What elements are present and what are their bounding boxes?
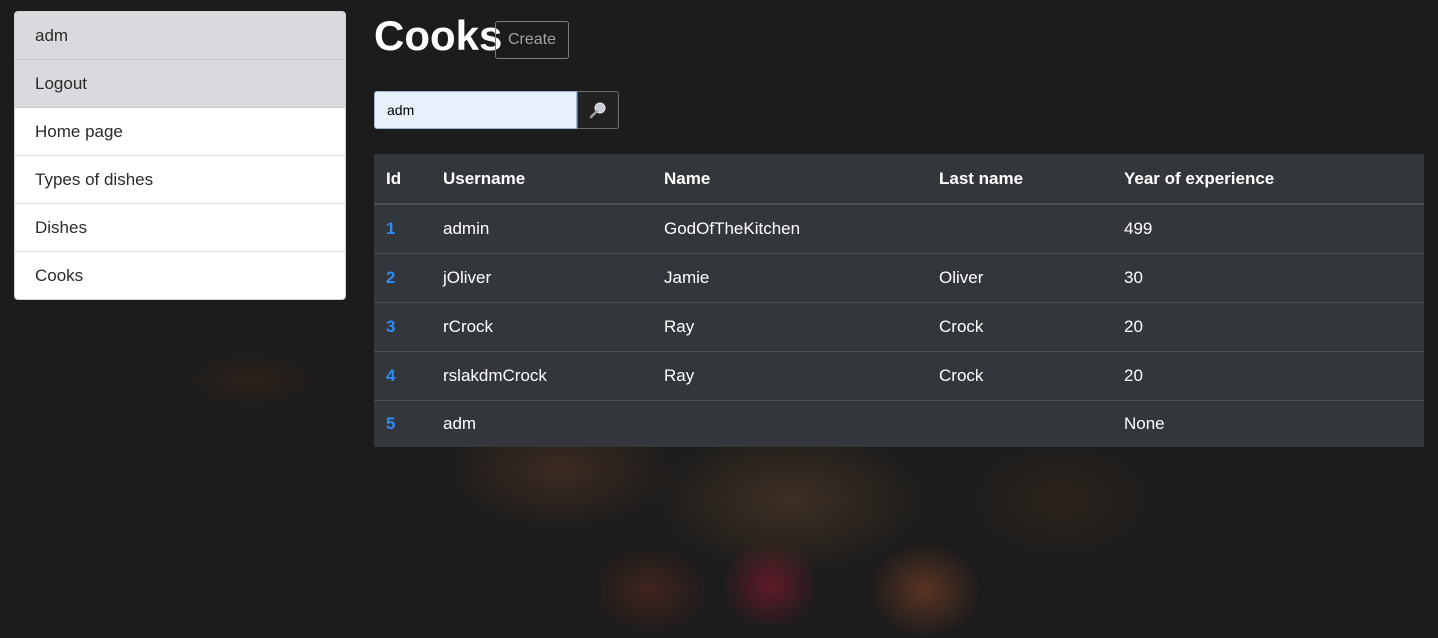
cell-last-name: Oliver xyxy=(927,253,1112,303)
table-header-row: Id Username Name Last name Year of exper… xyxy=(374,154,1424,205)
cell-year-of-experience: None xyxy=(1124,413,1165,433)
table-row: 3 rCrock Ray Crock 20 xyxy=(374,302,1424,352)
cell-username: jOliver xyxy=(431,253,652,303)
cook-id-link[interactable]: 2 xyxy=(374,253,431,303)
cell-username: rCrock xyxy=(431,302,652,352)
menu-item-username[interactable]: adm xyxy=(15,12,345,60)
cell-name: GodOfTheKitchen xyxy=(652,204,927,254)
column-header-username[interactable]: Username xyxy=(431,154,652,205)
table-row: 2 jOliver Jamie Oliver 30 xyxy=(374,253,1424,303)
cell-year-of-experience: 20 xyxy=(1112,302,1424,352)
table-row: 4 rslakdmCrock Ray Crock 20 xyxy=(374,351,1424,401)
page-title: Cooks xyxy=(374,12,503,59)
cook-id-link[interactable]: 4 xyxy=(374,351,431,401)
cooks-table: Id Username Name Last name Year of exper… xyxy=(374,154,1424,447)
cell-year-of-experience: 30 xyxy=(1112,253,1424,303)
search-input[interactable] xyxy=(374,91,577,129)
table-row: 5 adm None xyxy=(374,400,1424,447)
cell-year-of-experience: 499 xyxy=(1112,204,1424,254)
cook-id-link[interactable]: 5 xyxy=(374,400,431,447)
cell-name: Ray xyxy=(652,302,927,352)
column-header-name[interactable]: Name xyxy=(652,154,927,205)
cell-last-name: Crock xyxy=(927,351,1112,401)
cell-username: adm xyxy=(443,413,477,433)
create-button[interactable]: Create xyxy=(495,21,569,59)
side-menu: adm Logout Home page Types of dishes Dis… xyxy=(14,11,346,300)
menu-item-cooks[interactable]: Cooks xyxy=(15,252,345,299)
table-row: 1 admin GodOfTheKitchen 499 xyxy=(374,204,1424,254)
cell-last-name xyxy=(927,400,1112,447)
menu-item-home-page[interactable]: Home page xyxy=(15,108,345,156)
menu-item-logout[interactable]: Logout xyxy=(15,60,345,108)
menu-item-dishes[interactable]: Dishes xyxy=(15,204,345,252)
cell-username: admin xyxy=(431,204,652,254)
column-header-year-of-experience[interactable]: Year of experience xyxy=(1112,154,1424,205)
cook-id-link[interactable]: 1 xyxy=(374,204,431,254)
cell-name: Jamie xyxy=(652,253,927,303)
cell-name: Ray xyxy=(652,351,927,401)
cell-name xyxy=(652,400,927,447)
cook-id-link[interactable]: 3 xyxy=(374,302,431,352)
column-header-last-name[interactable]: Last name xyxy=(927,154,1112,205)
menu-item-types-of-dishes[interactable]: Types of dishes xyxy=(15,156,345,204)
search-button[interactable] xyxy=(577,91,619,129)
cell-last-name: Crock xyxy=(927,302,1112,352)
cell-year-of-experience: 20 xyxy=(1112,351,1424,401)
cell-username: rslakdmCrock xyxy=(431,351,652,401)
cell-last-name xyxy=(927,204,1112,254)
search-icon xyxy=(589,102,606,119)
column-header-id[interactable]: Id xyxy=(374,154,431,205)
